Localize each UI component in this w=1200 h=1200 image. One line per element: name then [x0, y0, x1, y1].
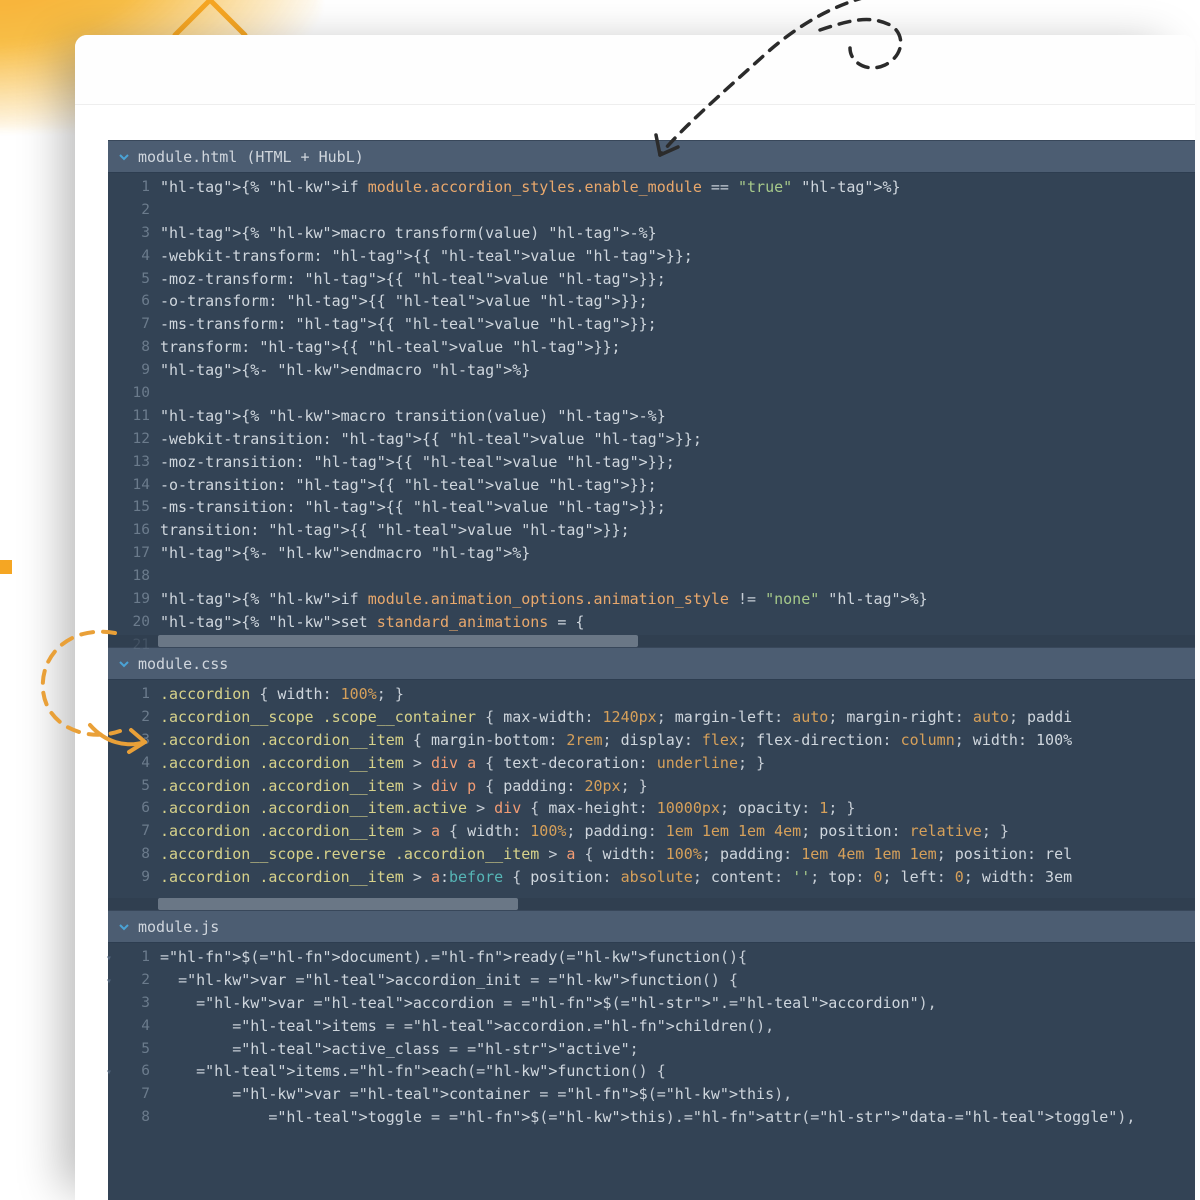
- window-titlebar: [75, 35, 1195, 105]
- code-area-html[interactable]: "hl-tag">{% "hl-kw">if module.accordion_…: [160, 173, 1195, 647]
- code-editor-window: module.html (HTML + HubL) 12345678910111…: [75, 35, 1195, 1200]
- decorative-tick: [0, 560, 12, 574]
- scrollbar-thumb[interactable]: [158, 635, 638, 647]
- editor-panes: module.html (HTML + HubL) 12345678910111…: [108, 140, 1195, 1200]
- pane-body-css[interactable]: 123456789 .accordion { width: 100%; }.ac…: [108, 680, 1195, 910]
- pane-header-js[interactable]: module.js: [108, 910, 1195, 943]
- code-area-css[interactable]: .accordion { width: 100%; }.accordion__s…: [160, 680, 1195, 910]
- pane-title-css: module.css: [138, 655, 228, 673]
- chevron-down-icon: [114, 147, 134, 167]
- line-gutter-html: 123456789101112131415161718192021: [108, 173, 160, 647]
- scrollbar-thumb[interactable]: [158, 898, 518, 910]
- pane-js: module.js 1▾2▾3456▾78 ="hl-fn">$(="hl-fn…: [108, 910, 1195, 1200]
- pane-html: module.html (HTML + HubL) 12345678910111…: [108, 140, 1195, 647]
- code-area-js[interactable]: ="hl-fn">$(="hl-fn">document).="hl-fn">r…: [160, 943, 1195, 1200]
- pane-body-js[interactable]: 1▾2▾3456▾78 ="hl-fn">$(="hl-fn">document…: [108, 943, 1195, 1200]
- pane-header-html[interactable]: module.html (HTML + HubL): [108, 140, 1195, 173]
- pane-body-html[interactable]: 123456789101112131415161718192021 "hl-ta…: [108, 173, 1195, 647]
- line-gutter-js: 1▾2▾3456▾78: [108, 943, 160, 1200]
- line-gutter-css: 123456789: [108, 680, 160, 910]
- pane-header-css[interactable]: module.css: [108, 647, 1195, 680]
- pane-css: module.css 123456789 .accordion { width:…: [108, 647, 1195, 910]
- pane-title-js: module.js: [138, 918, 219, 936]
- horizontal-scrollbar-html[interactable]: [108, 635, 1195, 647]
- horizontal-scrollbar-css[interactable]: [108, 898, 1195, 910]
- pane-title-html: module.html (HTML + HubL): [138, 148, 364, 166]
- chevron-down-icon: [114, 917, 134, 937]
